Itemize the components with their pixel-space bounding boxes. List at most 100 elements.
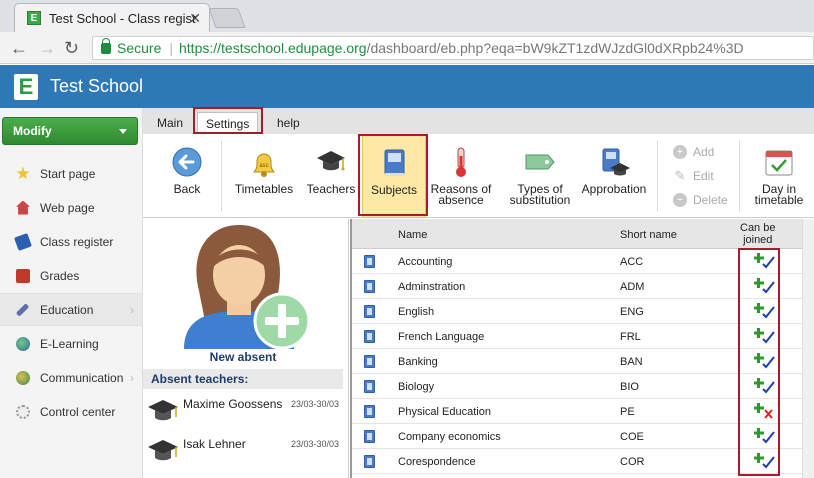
approbation-icon [598, 146, 630, 178]
sidebar-item-label: Class register [40, 234, 114, 249]
subject-short-name: COE [620, 431, 644, 443]
browser-tab[interactable]: E Test School - Class regist ✕ [14, 3, 210, 32]
new-absent-link[interactable]: New absent [143, 350, 343, 364]
sidebar-item-class-register[interactable]: Class register [0, 225, 142, 258]
teacher-avatar-icon [184, 225, 311, 350]
absent-teacher-row[interactable]: Maxime Goossens 23/03-30/03 [145, 391, 345, 431]
lock-icon [101, 37, 111, 54]
close-tab-icon[interactable]: ✕ [189, 10, 201, 27]
teachers-label: Teachers [306, 182, 356, 196]
sidebar-item-label: Communication [40, 370, 124, 385]
chat-icon [16, 370, 30, 385]
new-tab-button[interactable] [208, 8, 246, 28]
subjects-table: Name Short name Can be joined Accounting… [350, 219, 802, 478]
sidebar-item-label: Grades [40, 268, 80, 283]
subject-book-icon [364, 380, 375, 393]
column-header-name[interactable]: Name [398, 229, 427, 241]
subject-book-icon [364, 255, 375, 268]
ribbon-divider [739, 140, 740, 212]
tab-help[interactable]: help [269, 112, 308, 134]
add-label: Add [693, 145, 715, 159]
absent-teacher-row[interactable]: Isak Lehner 23/03-30/03 [145, 431, 345, 471]
subject-book-icon [364, 455, 375, 468]
new-absent-avatar[interactable] [179, 221, 311, 350]
day-in-timetable-button[interactable]: Day in timetable [747, 134, 811, 218]
gear-icon [16, 404, 30, 419]
sidebar-item-label: Start page [40, 166, 96, 181]
table-row[interactable]: Company economics COE [352, 424, 802, 449]
url-origin: https://testschool.edupage.org [179, 40, 367, 56]
back-button[interactable]: Back [157, 134, 217, 218]
column-header-short-name[interactable]: Short name [620, 229, 677, 241]
sidebar-item-start-page[interactable]: Start page [0, 157, 142, 190]
sidebar-item-label: Education [40, 302, 94, 317]
forward-arrow-icon[interactable]: → [38, 38, 56, 59]
edit-button[interactable]: ✎ Edit [673, 164, 728, 188]
tag-icon [524, 146, 556, 178]
sidebar-item-communication[interactable]: Communication › [0, 361, 142, 394]
ribbon-divider [657, 140, 658, 212]
table-row[interactable]: Adminstration ADM [352, 274, 802, 299]
highlight-subjects-button [358, 134, 428, 216]
types-of-substitution-button[interactable]: Types of substitution [503, 134, 577, 218]
reload-icon[interactable]: ↻ [64, 38, 79, 59]
timetables-button[interactable]: asc Timetables [231, 134, 297, 218]
bell-icon: asc [248, 146, 280, 178]
browser-tab-title: Test School - Class regist [49, 10, 196, 26]
subject-book-icon [364, 405, 375, 418]
back-circle-icon [171, 146, 203, 178]
book-icon [14, 232, 32, 251]
grades-icon [16, 268, 30, 283]
chevron-right-icon: › [130, 370, 134, 385]
sidebar-item-grades[interactable]: Grades [0, 259, 142, 292]
edupage-logo-icon[interactable]: E [14, 73, 38, 100]
back-arrow-icon[interactable]: ← [10, 38, 28, 59]
subject-book-icon [364, 280, 375, 293]
subject-short-name: ADM [620, 281, 645, 293]
subject-book-icon [364, 355, 375, 368]
subject-name: Physical Education [398, 406, 491, 418]
ribbon-divider [221, 140, 222, 212]
sidebar-item-education[interactable]: Education › [0, 293, 142, 326]
subject-short-name: ACC [620, 256, 644, 268]
subject-short-name: BIO [620, 381, 639, 393]
table-scrollbar[interactable] [802, 219, 814, 478]
modify-button[interactable]: Modify [2, 117, 138, 145]
table-row[interactable]: English ENG [352, 299, 802, 324]
table-row[interactable]: Accounting ACC [352, 249, 802, 274]
sidebar-item-label: Control center [40, 404, 116, 419]
table-row[interactable]: Banking BAN [352, 349, 802, 374]
subject-book-icon [364, 305, 375, 318]
subject-name: Corespondence [398, 456, 476, 468]
subject-name: Biology [398, 381, 435, 393]
can-be-joined-line1: Can be [740, 222, 776, 234]
sidebar-item-e-learning[interactable]: E-Learning [0, 327, 142, 360]
add-button[interactable]: + Add [673, 140, 728, 164]
teacher-dates: 23/03-30/03 [290, 399, 339, 409]
approbation-button[interactable]: Approbation [581, 134, 647, 218]
subject-short-name: FRL [620, 331, 641, 343]
table-row[interactable]: Biology BIO [352, 374, 802, 399]
tab-main[interactable]: Main [149, 112, 191, 134]
pencil-icon [15, 302, 30, 317]
timetables-label: Timetables [234, 182, 294, 196]
app-title: Test School [50, 76, 144, 96]
address-bar[interactable]: Secure | https://testschool.edupage.org … [92, 36, 814, 60]
approbation-label: Approbation [581, 182, 647, 196]
subject-short-name: ENG [620, 306, 644, 318]
subject-name: French Language [398, 331, 485, 343]
reasons-of-absence-button[interactable]: Reasons of absence [429, 134, 493, 218]
delete-button[interactable]: − Delete [673, 188, 728, 212]
sidebar: Modify Start page Web page Class registe… [0, 108, 143, 478]
sidebar-item-label: Web page [40, 200, 95, 215]
table-row[interactable]: Corespondence COR [352, 449, 802, 474]
column-header-can-be-joined[interactable]: Can be joined [740, 222, 775, 246]
table-row[interactable]: Physical Education PE [352, 399, 802, 424]
subject-book-icon [364, 330, 375, 343]
sidebar-item-web-page[interactable]: Web page [0, 191, 142, 224]
pencil-icon: ✎ [674, 168, 686, 183]
sidebar-item-control-center[interactable]: Control center [0, 395, 142, 428]
teachers-button[interactable]: Teachers [303, 134, 359, 218]
house-icon [16, 200, 30, 215]
table-row[interactable]: French Language FRL [352, 324, 802, 349]
